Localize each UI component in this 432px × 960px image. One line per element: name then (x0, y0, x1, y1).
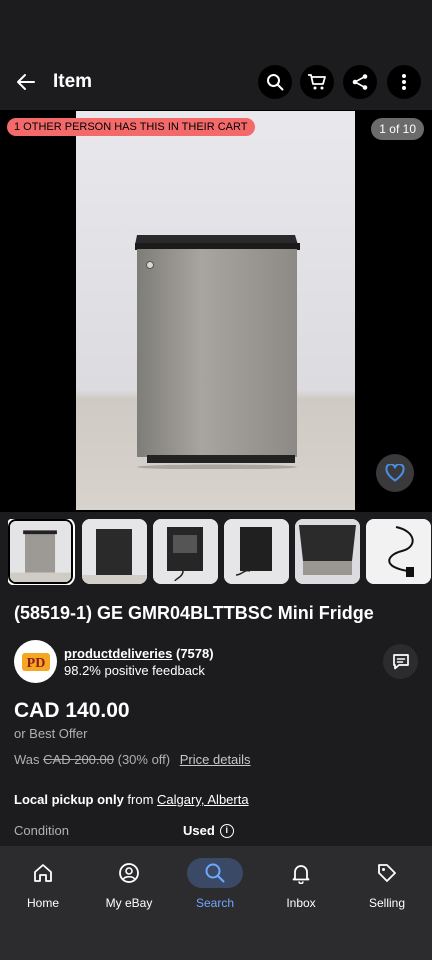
nav-my-ebay[interactable]: My eBay (86, 846, 172, 916)
was-price-row: Was CAD 200.00 (30% off) Price details (14, 752, 251, 767)
search-icon (267, 74, 284, 91)
more-vertical-icon (402, 74, 406, 90)
thumbnail-1[interactable] (8, 519, 75, 585)
bell-icon (292, 865, 310, 884)
nav-home[interactable]: Home (0, 846, 86, 916)
thumbnail-image (153, 519, 218, 584)
product-title: (58519-1) GE GMR04BLTTBSC Mini Fridge (14, 603, 374, 623)
nav-selling-icon-wrap (359, 858, 415, 888)
image-counter: 1 of 10 (371, 118, 424, 140)
nav-label: Search (195, 896, 235, 910)
cart-count-banner: 1 OTHER PERSON HAS THIS IN THEIR CART (7, 118, 255, 136)
nav-label: Selling (368, 896, 406, 910)
nav-search-icon-wrap (187, 858, 243, 888)
status-bar (0, 0, 432, 54)
profile-icon (119, 863, 139, 883)
condition-text: Used (183, 823, 215, 838)
cart-icon (308, 74, 326, 90)
cart-button[interactable] (300, 65, 334, 99)
thumbnail-4[interactable] (224, 519, 289, 584)
app-bar: Item (0, 54, 432, 110)
nav-inbox[interactable]: Inbox (258, 846, 344, 916)
thumbnail-image (224, 519, 289, 584)
page-title: Item (53, 71, 93, 92)
bottom-navigation: Home My eBay Search Inbox Selling (0, 846, 432, 960)
watchlist-button[interactable] (376, 454, 414, 492)
thumbnail-image (295, 519, 360, 584)
seller-feedback-count: (7578) (176, 646, 214, 661)
share-icon (352, 74, 368, 90)
was-price: CAD 200.00 (43, 752, 114, 767)
nav-inbox-icon-wrap (273, 858, 329, 888)
back-arrow-icon (17, 74, 35, 90)
thumbnail-image (366, 519, 431, 584)
seller-avatar[interactable]: PD (14, 640, 57, 683)
seller-username[interactable]: productdeliveries (64, 646, 172, 661)
search-button[interactable] (258, 65, 292, 99)
was-label: Was (14, 752, 40, 767)
best-offer-label: or Best Offer (14, 726, 88, 741)
product-photo[interactable] (76, 111, 355, 510)
mini-fridge-image (135, 235, 300, 469)
more-button[interactable] (387, 65, 421, 99)
seller-logo: PD (21, 652, 50, 671)
info-icon[interactable]: i (219, 823, 234, 838)
nav-label: Inbox (286, 896, 316, 910)
contact-seller-button[interactable] (383, 644, 418, 679)
nav-search[interactable]: Search (172, 846, 258, 916)
pickup-label: Local pickup only (14, 792, 124, 807)
pickup-from: from (127, 792, 154, 807)
nav-label: Home (26, 896, 59, 910)
heart-icon (385, 464, 405, 482)
discount: (30% off) (117, 752, 171, 767)
condition-label: Condition (14, 823, 69, 838)
nav-selling[interactable]: Selling (344, 846, 430, 916)
seller-card: PD productdeliveries (7578) 98.2% positi… (14, 640, 418, 684)
thumbnail-image (10, 521, 71, 582)
condition-value[interactable]: Used i (183, 823, 234, 838)
back-button[interactable] (12, 68, 40, 96)
thumbnail-6[interactable] (366, 519, 431, 584)
pickup-location-link[interactable]: Calgary, Alberta (157, 792, 249, 807)
message-icon (392, 653, 409, 669)
share-button[interactable] (343, 65, 377, 99)
search-icon (205, 863, 225, 883)
tag-icon (378, 864, 396, 882)
thumbnail-3[interactable] (153, 519, 218, 584)
thumbnail-2[interactable] (82, 519, 147, 584)
thumbnail-image (82, 519, 147, 584)
item-price: CAD 140.00 (14, 699, 130, 722)
svg-text:PD: PD (26, 656, 45, 671)
thumbnail-strip[interactable] (8, 519, 432, 585)
nav-label: My eBay (105, 896, 153, 910)
thumbnail-5[interactable] (295, 519, 360, 584)
seller-feedback: 98.2% positive feedback (64, 663, 205, 678)
seller-name[interactable]: productdeliveries (7578) (64, 646, 214, 661)
home-icon (34, 864, 52, 882)
shipping-row: Local pickup only from Calgary, Alberta (14, 792, 249, 807)
nav-myebay-icon-wrap (101, 858, 157, 888)
nav-home-icon-wrap (15, 858, 71, 888)
price-details-link[interactable]: Price details (180, 752, 251, 767)
image-gallery[interactable]: 1 OTHER PERSON HAS THIS IN THEIR CART 1 … (0, 110, 432, 512)
